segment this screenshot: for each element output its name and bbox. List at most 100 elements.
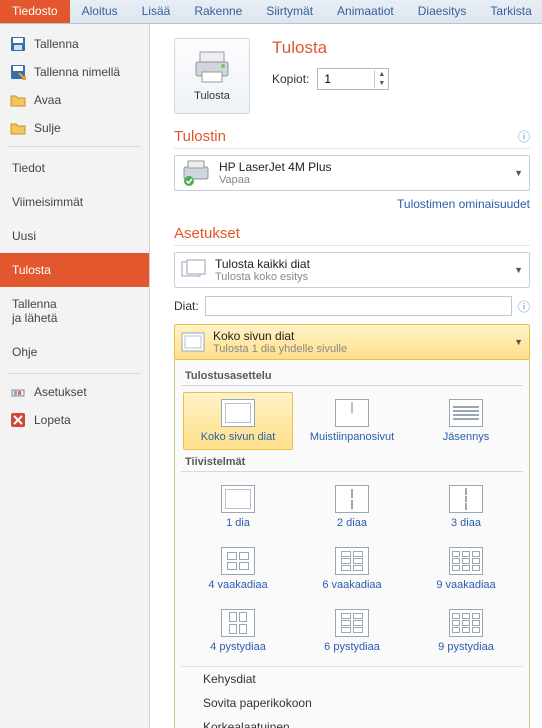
opt-notes[interactable]: Muistiinpanosivut: [297, 392, 407, 450]
settings-heading: Asetukset: [174, 225, 530, 246]
sidebar-item-options[interactable]: Asetukset: [0, 378, 149, 406]
layout-dropdown-panel: Tulostusasettelu Koko sivun diat Muistii…: [174, 360, 530, 728]
sidebar-item-new[interactable]: Uusi: [0, 219, 149, 253]
copies-spinner[interactable]: ▲▼: [317, 68, 389, 90]
tab-file[interactable]: Tiedosto: [0, 0, 70, 23]
print-backstage: Tulosta Tulosta Kopiot: ▲▼ Tulostin ⓘ: [150, 24, 542, 728]
printer-name: HP LaserJet 4M Plus: [219, 160, 332, 174]
copies-input[interactable]: [318, 69, 374, 89]
options-icon: [10, 384, 26, 400]
opt-1[interactable]: 1 dia: [183, 478, 293, 536]
tab-design[interactable]: Rakenne: [182, 0, 254, 23]
sidebar-item-save-send[interactable]: Tallenna ja lähetä: [0, 287, 149, 335]
thumb-icon: [449, 399, 483, 427]
slides-label: Diat:: [174, 299, 199, 313]
ribbon-tabs: Tiedosto Aloitus Lisää Rakenne Siirtymät…: [0, 0, 542, 24]
thumb-icon: [335, 399, 369, 427]
opt-label: Koko sivun diat: [201, 431, 276, 443]
printer-heading: Tulostin ⓘ: [174, 128, 530, 149]
menu-scale-to-fit[interactable]: Sovita paperikokoon: [181, 691, 523, 715]
sidebar-item-label: Uusi: [12, 229, 36, 243]
opt-6h[interactable]: 6 vaakadiaa: [297, 540, 407, 598]
tab-transitions[interactable]: Siirtymät: [254, 0, 325, 23]
sidebar-item-save-as[interactable]: Tallenna nimellä: [0, 58, 149, 86]
printer-properties-link[interactable]: Tulostimen ominaisuudet: [174, 197, 530, 211]
tab-slideshow[interactable]: Diaesitys: [406, 0, 479, 23]
sidebar-item-label: Viimeisimmät: [12, 195, 83, 209]
opt-9v[interactable]: 9 pystydiaa: [411, 602, 521, 660]
sidebar-item-label: Tallenna nimellä: [34, 65, 120, 79]
opt-label: 2 diaa: [337, 517, 367, 529]
chevron-down-icon: ▼: [514, 168, 523, 178]
thumb-icon: [335, 609, 369, 637]
opt-label: Muistiinpanosivut: [310, 431, 394, 443]
opt-2[interactable]: 2 diaa: [297, 478, 407, 536]
opt-label: 3 diaa: [451, 517, 481, 529]
thumb-icon: [449, 609, 483, 637]
sidebar-item-label: Tiedot: [12, 161, 45, 175]
opt-4h[interactable]: 4 vaakadiaa: [183, 540, 293, 598]
panel-heading-layout: Tulostusasettelu: [181, 366, 523, 386]
sidebar-item-open[interactable]: Avaa: [0, 86, 149, 114]
sidebar-item-save[interactable]: Tallenna: [0, 30, 149, 58]
thumb-icon: [335, 547, 369, 575]
sidebar-item-help[interactable]: Ohje: [0, 335, 149, 369]
tab-insert[interactable]: Lisää: [130, 0, 183, 23]
sidebar-item-label: Lopeta: [34, 413, 71, 427]
save-as-icon: [10, 64, 26, 80]
menu-frame-slides[interactable]: Kehysdiat: [181, 667, 523, 691]
opt-4v[interactable]: 4 pystydiaa: [183, 602, 293, 660]
dd-label: Koko sivun diat: [213, 329, 347, 343]
sidebar-item-label: Tulosta: [12, 263, 51, 277]
page-title: Tulosta: [272, 38, 389, 58]
print-button-label: Tulosta: [194, 90, 230, 102]
sidebar-item-label: Tallenna ja lähetä: [12, 297, 57, 325]
printer-status-icon: [181, 160, 211, 186]
thumb-icon: [449, 547, 483, 575]
info-icon[interactable]: ⓘ: [518, 128, 530, 145]
thumb-icon: [221, 609, 255, 637]
panel-heading-handouts: Tiivistelmät: [181, 452, 523, 472]
dd-label: Tulosta kaikki diat: [215, 257, 310, 271]
dd-sublabel: Tulosta koko esitys: [215, 271, 310, 283]
opt-label: 9 pystydiaa: [438, 641, 494, 653]
opt-outline[interactable]: Jäsennys: [411, 392, 521, 450]
opt-label: 4 pystydiaa: [210, 641, 266, 653]
backstage-sidebar: Tallenna Tallenna nimellä Avaa Sulje Tie…: [0, 24, 150, 728]
thumb-icon: [221, 399, 255, 427]
sidebar-item-recent[interactable]: Viimeisimmät: [0, 185, 149, 219]
tab-review[interactable]: Tarkista: [478, 0, 542, 23]
opt-label: 6 vaakadiaa: [322, 579, 381, 591]
layout-dropdown[interactable]: Koko sivun diat Tulosta 1 dia yhdelle si…: [174, 324, 530, 360]
folder-close-icon: [10, 120, 26, 136]
sidebar-item-label: Asetukset: [34, 385, 87, 399]
sidebar-item-info[interactable]: Tiedot: [0, 151, 149, 185]
print-what-dropdown[interactable]: Tulosta kaikki diat Tulosta koko esitys …: [174, 252, 530, 288]
printer-dropdown[interactable]: HP LaserJet 4M Plus Vapaa ▼: [174, 155, 530, 191]
opt-full-page[interactable]: Koko sivun diat: [183, 392, 293, 450]
sidebar-item-label: Tallenna: [34, 37, 79, 51]
sidebar-item-close[interactable]: Sulje: [0, 114, 149, 142]
slides-input[interactable]: [205, 296, 512, 316]
opt-6v[interactable]: 6 pystydiaa: [297, 602, 407, 660]
opt-3[interactable]: 3 diaa: [411, 478, 521, 536]
separator: [8, 373, 141, 374]
menu-high-quality[interactable]: Korkealaatuinen: [181, 715, 523, 728]
spinner-arrows[interactable]: ▲▼: [374, 70, 388, 88]
info-icon[interactable]: ⓘ: [518, 298, 530, 315]
printer-status: Vapaa: [219, 174, 332, 186]
opt-label: 6 pystydiaa: [324, 641, 380, 653]
sidebar-item-label: Sulje: [34, 121, 61, 135]
sidebar-item-print[interactable]: Tulosta: [0, 253, 149, 287]
thumb-icon: [221, 485, 255, 513]
folder-open-icon: [10, 92, 26, 108]
tab-animations[interactable]: Animaatiot: [325, 0, 406, 23]
sidebar-item-exit[interactable]: Lopeta: [0, 406, 149, 434]
tab-home[interactable]: Aloitus: [70, 0, 130, 23]
full-page-icon: [181, 332, 205, 352]
print-button[interactable]: Tulosta: [174, 38, 250, 114]
opt-9h[interactable]: 9 vaakadiaa: [411, 540, 521, 598]
sidebar-item-label: Avaa: [34, 93, 61, 107]
slides-icon: [181, 259, 207, 281]
thumb-icon: [449, 485, 483, 513]
